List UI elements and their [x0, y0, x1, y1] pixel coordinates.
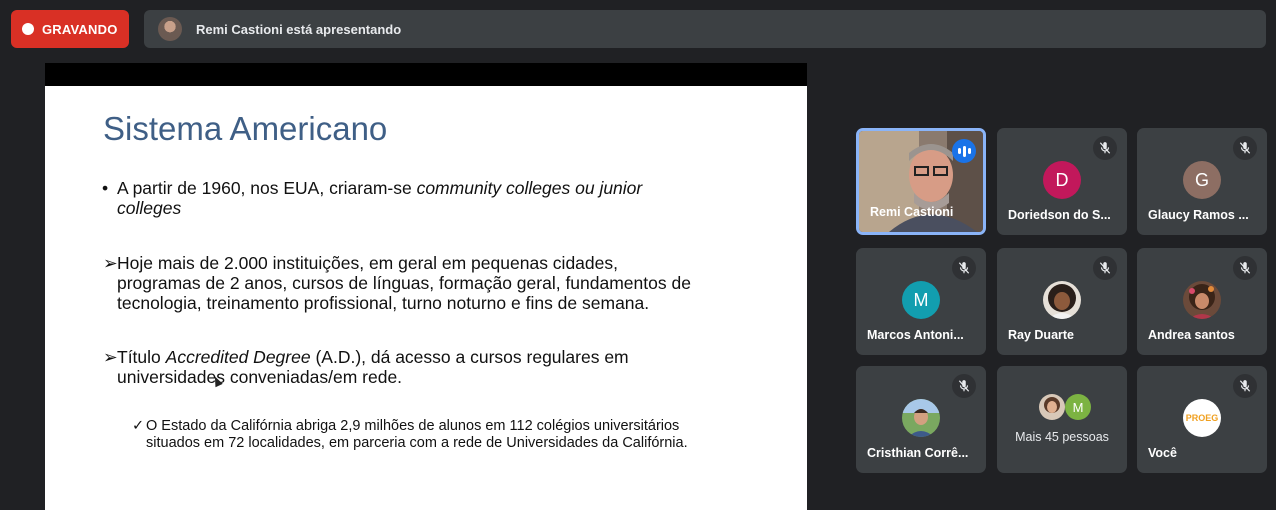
mic-off-icon [1233, 374, 1257, 398]
participant-photo [1039, 394, 1065, 420]
participant-tile-doriedson[interactable]: D Doriedson do S... [997, 128, 1127, 235]
bullet-text: (A.D.), dá acesso a cursos regulares em [310, 347, 629, 367]
bullet-text-italic: colleges [117, 198, 182, 218]
participant-tile-glaucy[interactable]: G Glaucy Ramos ... [1137, 128, 1267, 235]
participant-name: Marcos Antoni... [867, 328, 964, 342]
bullet-marker: ➢ [103, 347, 118, 367]
bullet-text: universidades conveniadas/em rede. [117, 367, 403, 387]
participant-tile-self[interactable]: PROEG Você [1137, 366, 1267, 473]
slide-bullet-2: ➢ Hoje mais de 2.000 instituições, em ge… [103, 253, 691, 313]
participant-name: Você [1148, 446, 1177, 460]
bullet-text: A partir de 1960, nos EUA, criaram-se [117, 178, 417, 198]
mic-off-icon [952, 374, 976, 398]
mic-off-icon [952, 256, 976, 280]
participant-tile-andrea[interactable]: Andrea santos [1137, 248, 1267, 355]
participant-name: Cristhian Corrê... [867, 446, 969, 460]
recording-label: GRAVANDO [42, 21, 118, 37]
participant-tile-marcos[interactable]: M Marcos Antoni... [856, 248, 986, 355]
participant-name: Doriedson do S... [1008, 208, 1111, 222]
presenter-avatar [158, 17, 182, 41]
participant-photo [1043, 281, 1081, 319]
bullet-text-italic: Accredited Degree [165, 347, 311, 367]
bullet-marker: • [102, 178, 109, 198]
presentation-area: Sistema Americano • A partir de 1960, no… [45, 63, 807, 510]
mic-off-icon [1093, 136, 1117, 160]
bullet-text: O Estado da Califórnia abriga 2,9 milhõe… [146, 418, 680, 434]
bullet-text: Hoje mais de 2.000 instituições, em gera… [117, 253, 618, 273]
participant-avatar: D [1043, 161, 1081, 199]
participant-name: Andrea santos [1148, 328, 1235, 342]
participant-name: Ray Duarte [1008, 328, 1074, 342]
participant-name: Glaucy Ramos ... [1148, 208, 1249, 222]
bullet-text: Título [117, 347, 166, 367]
mic-off-icon [1233, 136, 1257, 160]
slide: Sistema Americano • A partir de 1960, no… [45, 86, 807, 510]
bullet-text-italic: community colleges ou junior [416, 178, 643, 198]
slide-bullet-4: ✓ O Estado da Califórnia abriga 2,9 milh… [132, 418, 688, 452]
mic-off-icon [1093, 256, 1117, 280]
bullet-text: tecnologia, treinamento profissional, tu… [117, 293, 650, 313]
recording-button[interactable]: GRAVANDO [11, 10, 129, 48]
speaking-indicator-icon [952, 139, 976, 163]
participant-avatar: M [902, 281, 940, 319]
checkmark-icon: ✓ [132, 418, 145, 434]
bullet-marker: ➢ [103, 253, 118, 273]
participant-tile-remi[interactable]: Remi Castioni [856, 128, 986, 235]
more-participants-label: Mais 45 pessoas [1015, 430, 1109, 444]
logo-text: PROEG [1185, 413, 1219, 423]
participant-avatar: M [1065, 394, 1091, 420]
slide-bullet-1: • A partir de 1960, nos EUA, criaram-se … [102, 178, 643, 218]
proeg-logo: PROEG [1183, 399, 1221, 437]
more-avatars: M [1039, 394, 1109, 424]
participant-photo [1183, 281, 1221, 319]
bullet-text: programas de 2 anos, cursos de línguas, … [117, 273, 691, 293]
record-dot-icon [22, 23, 34, 35]
participant-name: Remi Castioni [870, 205, 954, 219]
presenter-banner[interactable]: Remi Castioni está apresentando [144, 10, 1266, 48]
mic-off-icon [1233, 256, 1257, 280]
participant-photo [902, 399, 940, 437]
participant-avatar: G [1183, 161, 1221, 199]
bullet-text: situados em 72 localidades, em parceria … [146, 435, 688, 451]
more-participants-tile[interactable]: M Mais 45 pessoas [997, 366, 1127, 473]
slide-title: Sistema Americano [103, 110, 388, 147]
participant-tile-ray[interactable]: Ray Duarte [997, 248, 1127, 355]
participant-tile-cristhian[interactable]: Cristhian Corrê... [856, 366, 986, 473]
slide-bullet-3: ➢ Título Accredited Degree (A.D.), dá ac… [103, 347, 629, 387]
presenter-text: Remi Castioni está apresentando [196, 21, 402, 37]
